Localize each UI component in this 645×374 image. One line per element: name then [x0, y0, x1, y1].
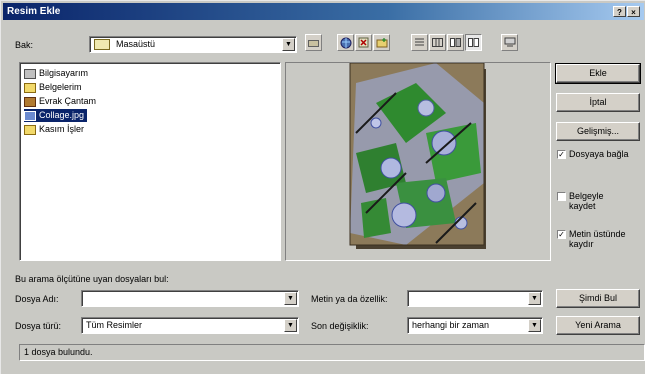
list-view-button[interactable] [411, 34, 428, 51]
details-view-button[interactable] [429, 34, 446, 51]
new-folder-icon [376, 38, 387, 48]
cancel-button[interactable]: İptal [556, 93, 640, 112]
link-to-file-checkbox[interactable]: ✓ Dosyaya bağla [557, 149, 645, 159]
delete-button[interactable] [355, 34, 372, 51]
chevron-down-icon[interactable]: ▼ [284, 319, 297, 332]
folder-icon [24, 124, 36, 135]
text-property-input[interactable]: ▼ [407, 290, 543, 307]
preview-view-icon [468, 38, 479, 47]
image-file-icon [24, 110, 36, 121]
link-to-file-label: Dosyaya bağla [569, 149, 629, 159]
new-folder-button[interactable] [373, 34, 390, 51]
preview-view-button[interactable] [465, 34, 482, 51]
list-item[interactable]: Evrak Çantam [24, 95, 99, 108]
filetype-label: Dosya türü: [15, 321, 62, 331]
commands-icon [504, 37, 515, 47]
chevron-down-icon[interactable]: ▼ [528, 292, 541, 305]
float-over-text-label: Metin üstünde kaydır [569, 229, 626, 249]
lookin-value: Masaüstü [116, 39, 156, 49]
new-search-label: Yeni Arama [575, 320, 621, 330]
checkbox-unchecked[interactable] [557, 192, 566, 201]
globe-icon [340, 37, 351, 48]
commands-button[interactable] [501, 34, 518, 51]
details-view-icon [432, 38, 443, 47]
up-folder-button[interactable] [305, 34, 322, 51]
insert-button[interactable]: Ekle [555, 63, 641, 84]
search-web-button[interactable] [337, 34, 354, 51]
find-now-button[interactable]: Şimdi Bul [556, 289, 640, 308]
filename-label: Dosya Adı: [15, 294, 59, 304]
search-criteria-heading: Bu arama ölçütüne uyan dosyaları bul: [15, 274, 169, 284]
chevron-down-icon[interactable]: ▼ [284, 292, 297, 305]
file-name: Bilgisayarım [39, 68, 89, 78]
file-list[interactable]: Bilgisayarım Belgelerim Evrak Çantam Col… [19, 62, 281, 261]
title-bar: Resim Ekle ? × [3, 3, 644, 20]
last-modified-select[interactable]: herhangi bir zaman ▼ [407, 317, 543, 334]
filetype-select[interactable]: Tüm Resimler ▼ [81, 317, 299, 334]
lookin-combo[interactable]: Masaüstü ▼ [89, 36, 297, 53]
properties-view-icon [450, 38, 461, 47]
text-property-label: Metin ya da özellik: [311, 294, 388, 304]
advanced-label: Gelişmiş... [576, 126, 619, 136]
lookin-label: Bak: [15, 40, 34, 50]
help-button[interactable]: ? [613, 6, 626, 17]
insert-picture-dialog: Resim Ekle ? × Bak: Masaüstü ▼ Bilgisaya… [0, 0, 645, 374]
list-view-icon [415, 38, 424, 46]
save-with-document-checkbox[interactable]: Belgeyle kaydet [557, 191, 609, 211]
list-item[interactable]: Kasım İşler [24, 123, 87, 136]
briefcase-icon [24, 96, 36, 107]
chevron-down-icon[interactable]: ▼ [528, 319, 541, 332]
file-name: Belgelerim [39, 82, 82, 92]
computer-icon [24, 68, 36, 79]
list-item[interactable]: Bilgisayarım [24, 67, 91, 80]
list-item[interactable]: Belgelerim [24, 81, 85, 94]
chevron-down-icon[interactable]: ▼ [282, 38, 295, 51]
file-name: Kasım İşler [39, 124, 85, 134]
status-bar: 1 dosya bulundu. [19, 344, 645, 361]
preview-pane [285, 62, 551, 261]
up-folder-icon [308, 40, 319, 47]
checkbox-checked[interactable]: ✓ [557, 150, 566, 159]
file-name: Collage.jpg [39, 110, 85, 120]
advanced-button[interactable]: Gelişmiş... [556, 122, 640, 141]
dialog-title: Resim Ekle [7, 6, 61, 17]
last-modified-label: Son değişiklik: [311, 321, 369, 331]
cancel-label: İptal [589, 97, 607, 107]
checkbox-checked[interactable]: ✓ [557, 230, 566, 239]
file-name: Evrak Çantam [39, 96, 97, 106]
collage-preview-image [349, 62, 486, 249]
status-text: 1 dosya bulundu. [24, 347, 93, 357]
folder-icon [24, 82, 36, 93]
new-search-button[interactable]: Yeni Arama [556, 316, 640, 335]
float-over-text-checkbox[interactable]: ✓ Metin üstünde kaydır [557, 229, 645, 249]
list-item-selected[interactable]: Collage.jpg [24, 109, 88, 122]
desktop-icon [94, 39, 110, 50]
last-modified-value: herhangi bir zaman [412, 320, 490, 330]
find-now-label: Şimdi Bul [578, 293, 617, 303]
close-button[interactable]: × [627, 6, 640, 17]
filename-input[interactable]: ▼ [81, 290, 299, 307]
insert-label: Ekle [589, 68, 607, 78]
delete-icon [358, 37, 369, 48]
save-with-document-label: Belgeyle kaydet [569, 191, 604, 211]
properties-view-button[interactable] [447, 34, 464, 51]
filetype-value: Tüm Resimler [86, 320, 143, 330]
